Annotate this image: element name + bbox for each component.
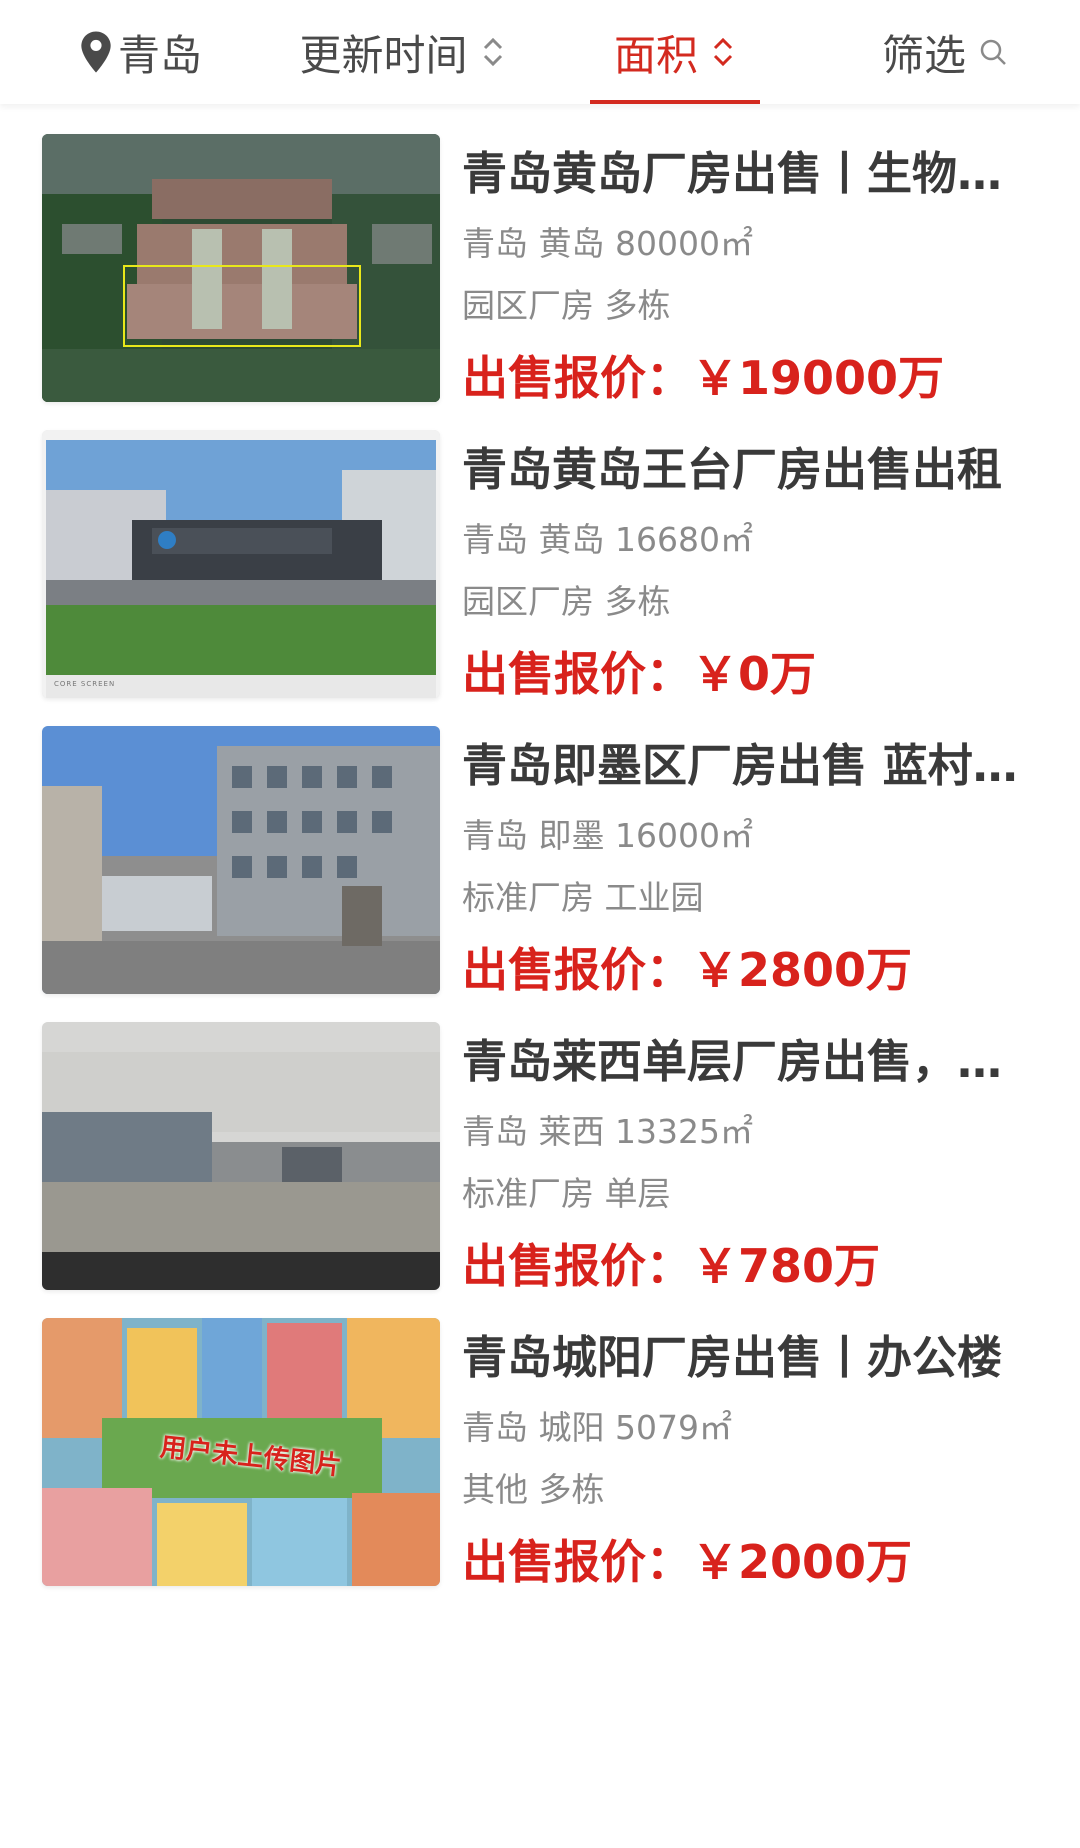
factory-building-image	[42, 726, 440, 994]
sort-chevrons-icon	[713, 37, 733, 67]
industrial-park-gate-image	[42, 430, 440, 698]
listing-title[interactable]: 青岛莱西单层厂房出售，…	[462, 1030, 1042, 1094]
listing-thumbnail[interactable]	[42, 726, 440, 994]
listing-price: 出售报价：￥2000万	[462, 1535, 913, 1589]
listing-price: 出售报价：￥19000万	[462, 351, 945, 405]
listing-title[interactable]: 青岛黄岛厂房出售丨生物医药产业园	[462, 142, 1042, 206]
listing-info: 青岛莱西单层厂房出售，… 青岛 莱西 13325㎡ 标准厂房 单层 出售报价：￥…	[462, 1022, 1042, 1296]
listing-location-area: 青岛 城阳 5079㎡	[462, 1408, 732, 1447]
tab-update-time[interactable]: 更新时间	[295, 0, 510, 104]
listing-info: 青岛城阳厂房出售丨办公楼 青岛 城阳 5079㎡ 其他 多栋 出售报价：￥200…	[462, 1318, 1042, 1592]
industrial-park-aerial-image	[42, 134, 440, 402]
listing-tags: 标准厂房 单层	[462, 1174, 671, 1213]
listing-price: 出售报价：￥780万	[462, 1239, 881, 1293]
listing-thumbnail[interactable]	[42, 134, 440, 402]
search-icon	[980, 39, 1006, 65]
listing-tags: 园区厂房 多栋	[462, 582, 671, 621]
listing-info: 青岛黄岛厂房出售丨生物医药产业园 青岛 黄岛 80000㎡ 园区厂房 多栋 出售…	[462, 134, 1042, 408]
filter-label: 筛选	[881, 30, 966, 80]
listing-location-area: 青岛 莱西 13325㎡	[462, 1112, 753, 1151]
filter-button[interactable]: 筛选	[880, 0, 1010, 104]
listing-thumbnail[interactable]: CORE SCREEN	[42, 430, 440, 698]
filter-bar: 青岛 更新时间 面积 筛选	[0, 0, 1080, 104]
area-label: 面积	[613, 30, 698, 80]
listing-location-area: 青岛 即墨 16000㎡	[462, 816, 753, 855]
update-time-label: 更新时间	[299, 30, 468, 80]
listing-title[interactable]: 青岛即墨区厂房出售 蓝村2…	[462, 734, 1042, 798]
location-pin-icon	[81, 31, 111, 73]
listing-price: 出售报价：￥0万	[462, 647, 817, 701]
listing-title[interactable]: 青岛黄岛王台厂房出售出租	[462, 438, 1042, 502]
listing-thumbnail[interactable]: 用户未上传图片	[42, 1318, 440, 1586]
listing-price: 出售报价：￥2800万	[462, 943, 913, 997]
city-selector[interactable]: 青岛	[70, 0, 210, 104]
listing-tags: 标准厂房 工业园	[462, 878, 704, 917]
sort-chevrons-icon	[483, 37, 502, 67]
listing-info: 青岛黄岛王台厂房出售出租 青岛 黄岛 16680㎡ 园区厂房 多栋 出售报价：￥…	[462, 430, 1042, 704]
city-label: 青岛	[117, 30, 202, 80]
listing-location-area: 青岛 黄岛 16680㎡	[462, 520, 753, 559]
listing-tags: 园区厂房 多栋	[462, 286, 671, 325]
single-storey-factory-image	[42, 1022, 440, 1290]
image-caption: CORE SCREEN	[54, 680, 116, 688]
listing-title[interactable]: 青岛城阳厂房出售丨办公楼	[462, 1326, 1042, 1390]
listing-tags: 其他 多栋	[462, 1470, 605, 1509]
tab-area[interactable]: 面积	[590, 0, 760, 104]
listing-thumbnail[interactable]	[42, 1022, 440, 1290]
listing-location-area: 青岛 黄岛 80000㎡	[462, 224, 753, 263]
listing-card[interactable]: 用户未上传图片 青岛城阳厂房出售丨办公楼 青岛 城阳 5079㎡ 其他 多栋 出…	[0, 1288, 1080, 1636]
listing-info: 青岛即墨区厂房出售 蓝村2… 青岛 即墨 16000㎡ 标准厂房 工业园 出售报…	[462, 726, 1042, 1000]
